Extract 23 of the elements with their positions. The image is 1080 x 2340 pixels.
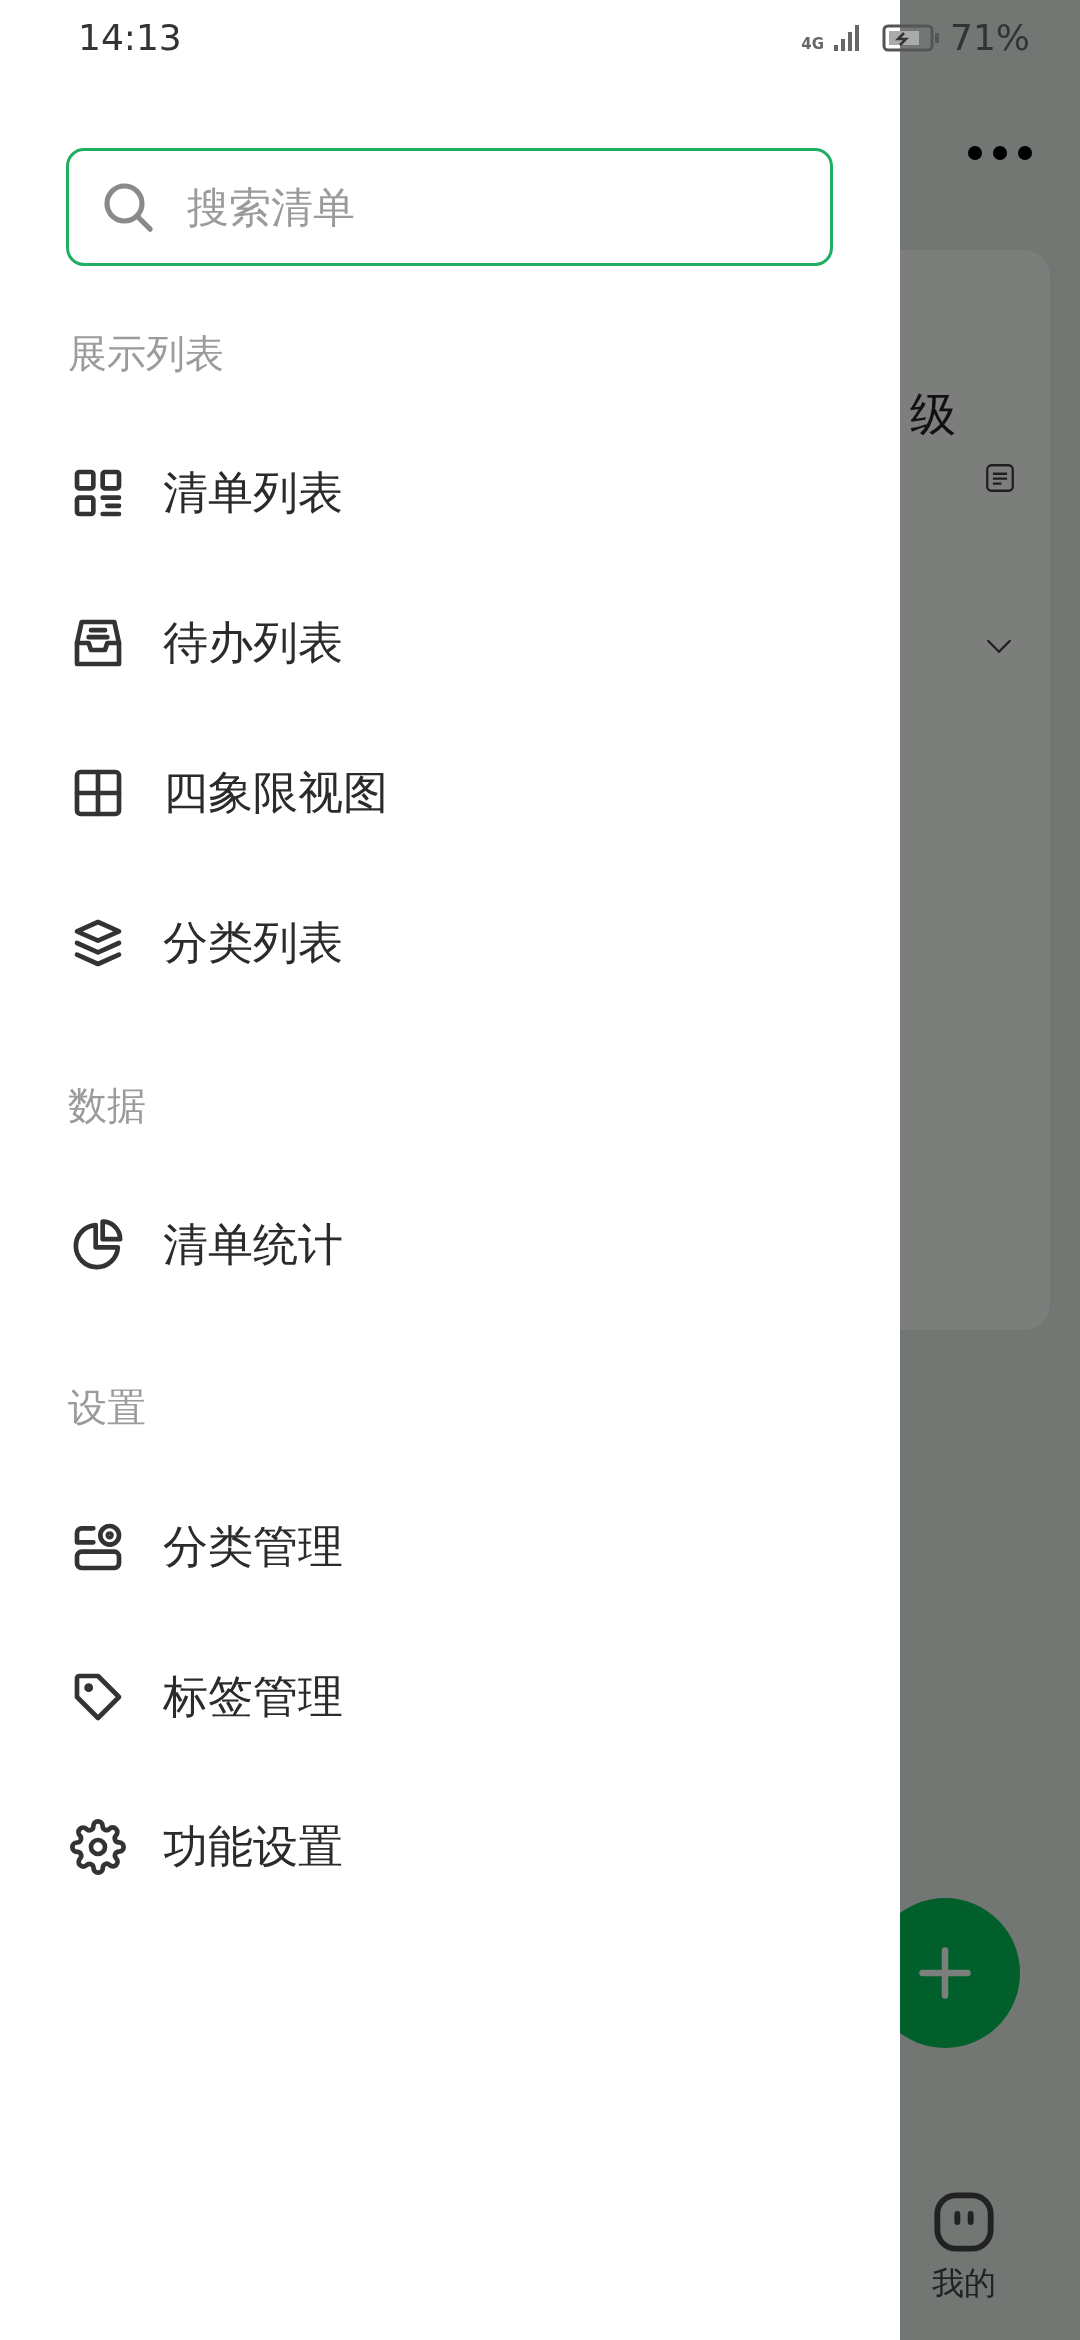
- menu-item[interactable]: 清单统计: [0, 1170, 900, 1320]
- chevron-down-icon[interactable]: [984, 638, 1014, 654]
- more-icon[interactable]: [967, 145, 1033, 161]
- section-title: 设置: [68, 1384, 146, 1432]
- battery-icon: [882, 22, 942, 53]
- menu-item[interactable]: 待办列表: [0, 568, 900, 718]
- network-type: 4G: [801, 35, 824, 53]
- menu-item[interactable]: 清单列表: [0, 418, 900, 568]
- status-time: 14:13: [78, 17, 182, 58]
- menu-item[interactable]: 标签管理: [0, 1622, 900, 1772]
- card-title: 级: [910, 386, 956, 443]
- menu-item[interactable]: 功能设置: [0, 1772, 900, 1922]
- battery-percent: 71%: [950, 17, 1030, 58]
- smiley-square-icon: [932, 2190, 996, 2254]
- menu-item[interactable]: 四象限视图: [0, 718, 900, 868]
- note-icon[interactable]: [983, 461, 1017, 495]
- menu-item[interactable]: 分类管理: [0, 1472, 900, 1622]
- section-title: 数据: [68, 1082, 146, 1130]
- settings-icon: [70, 1819, 126, 1875]
- section-title: 展示列表: [68, 330, 224, 378]
- signal-icon: [832, 22, 862, 53]
- menu-item[interactable]: 分类列表: [0, 868, 900, 1018]
- search-field[interactable]: 搜索清单: [66, 148, 833, 266]
